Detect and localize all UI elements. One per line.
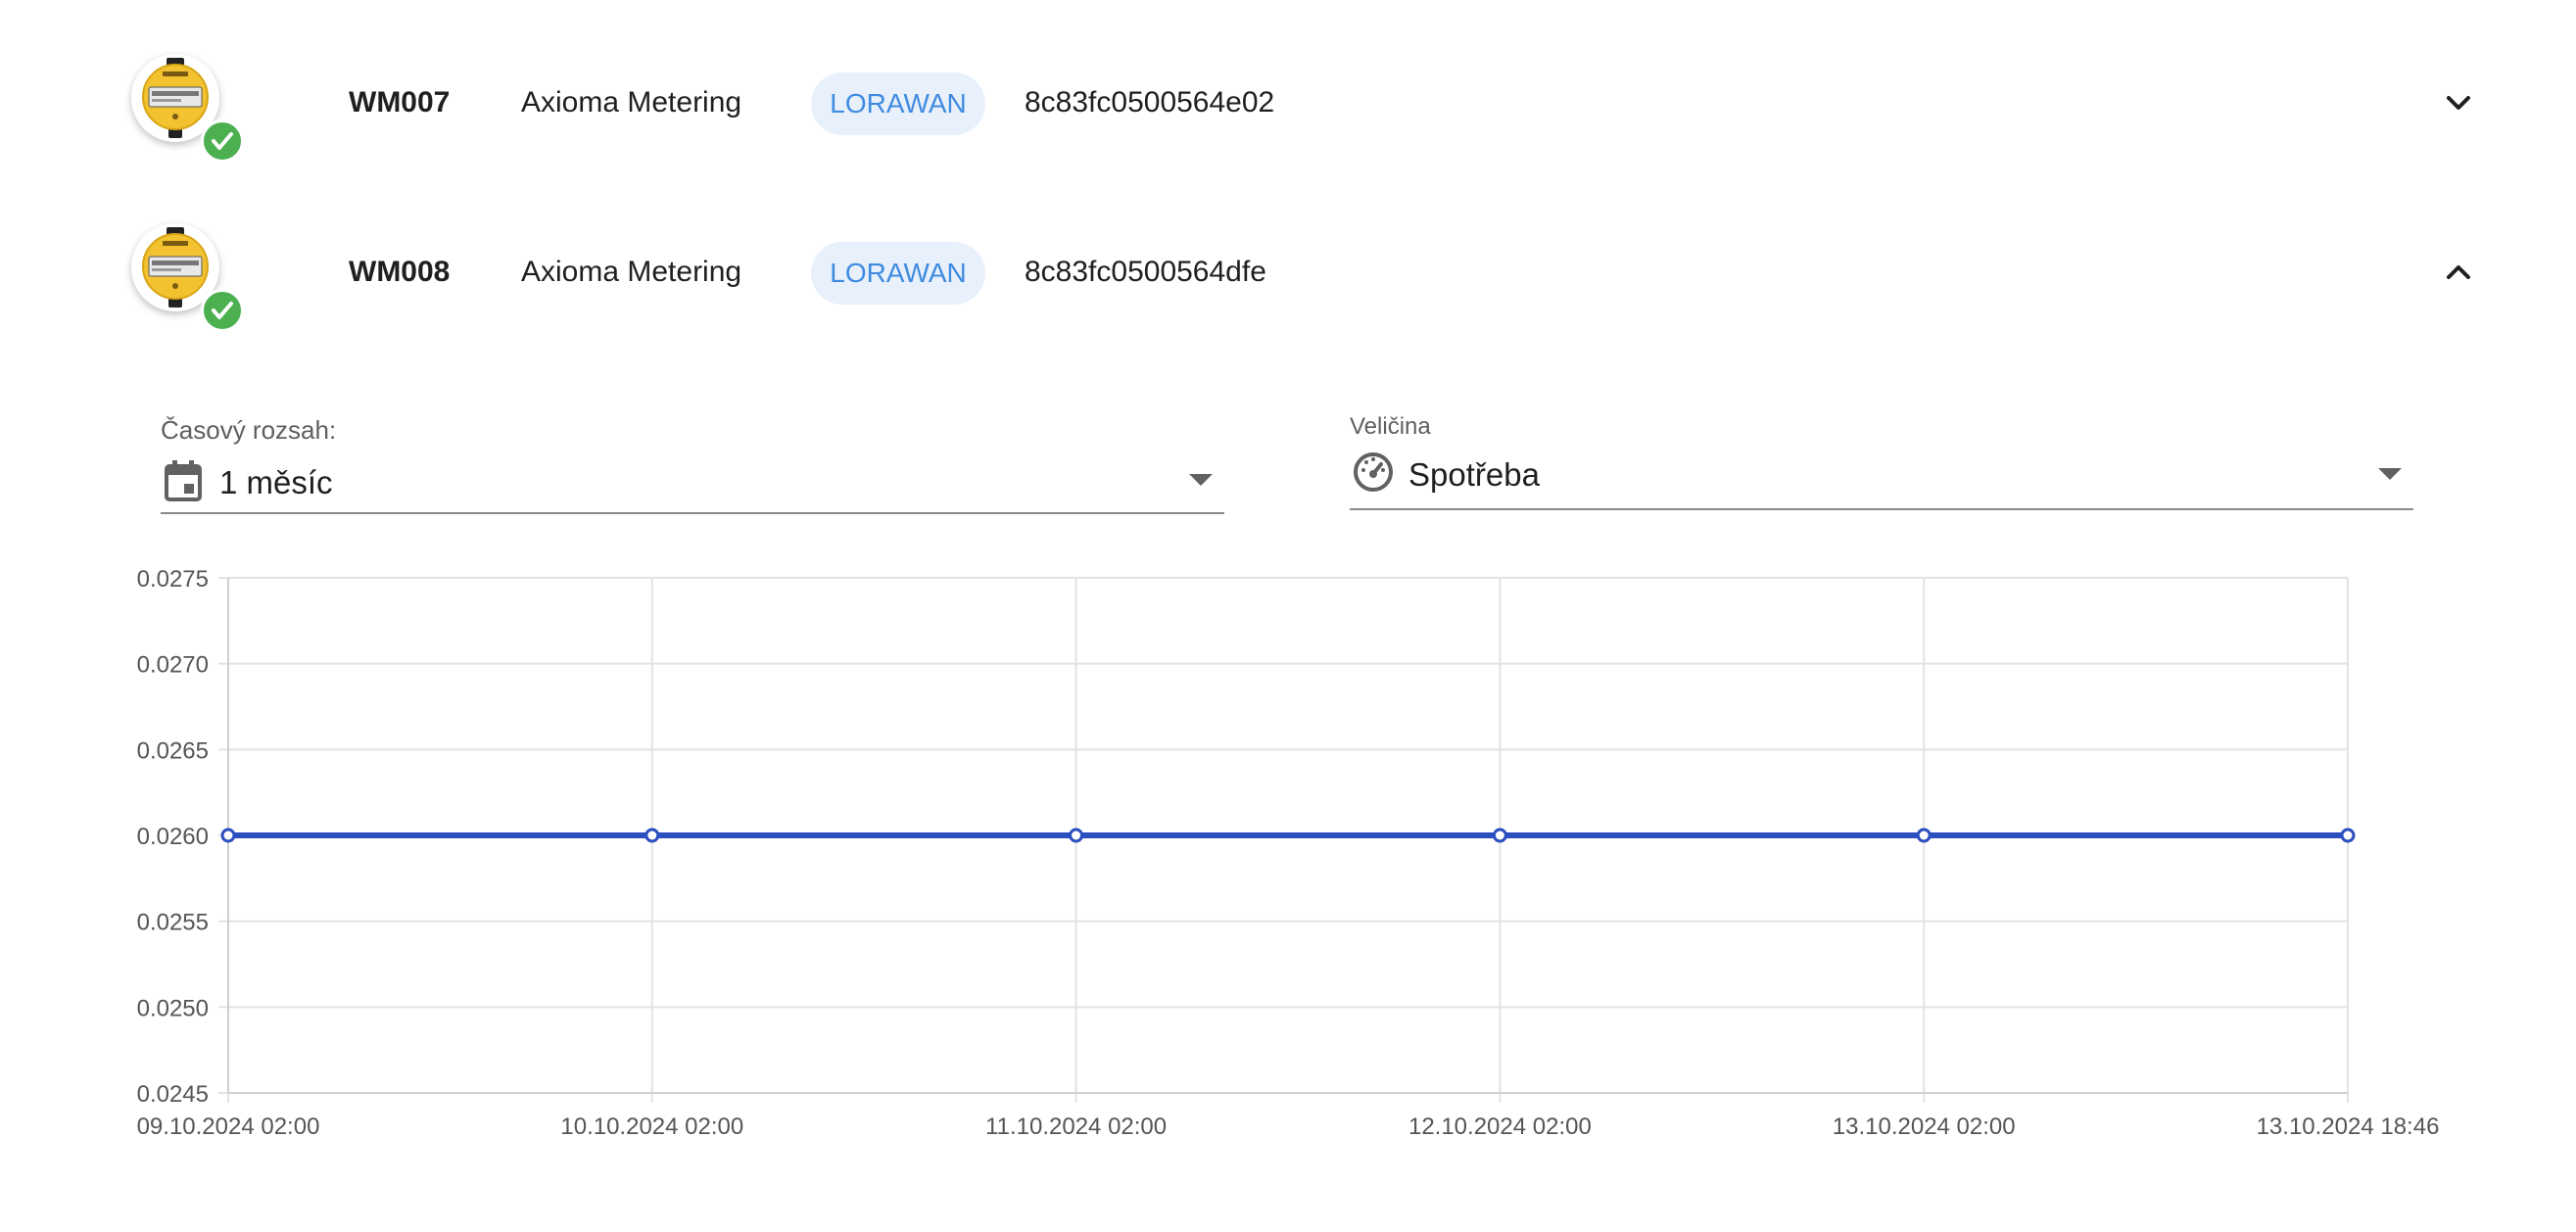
- calendar-icon: [165, 460, 202, 501]
- y-tick-label: 0.0250: [137, 995, 209, 1021]
- status-ok-icon: [201, 119, 244, 163]
- y-tick-label: 0.0260: [137, 824, 209, 850]
- time-range-value: 1 měsíc: [219, 464, 333, 500]
- device-vendor: Axioma Metering: [521, 86, 742, 118]
- data-point[interactable]: [1916, 828, 1932, 843]
- quantity-value: Spotřeba: [1408, 456, 1540, 493]
- y-tick-label: 0.0245: [137, 1081, 209, 1108]
- network-chip: LORAWAN: [811, 242, 985, 305]
- check-icon: [212, 302, 233, 319]
- dropdown-arrow-icon: [1189, 474, 1213, 486]
- data-point[interactable]: [220, 828, 236, 843]
- x-tick-label: 09.10.2024 02:00: [137, 1114, 320, 1140]
- y-tick-label: 0.0270: [137, 652, 209, 679]
- chevron-up-icon: [2447, 265, 2470, 279]
- speedometer-icon: [1354, 452, 1393, 492]
- page: WM007 Axioma Metering LORAWAN 8c83fc0500…: [0, 0, 2576, 1232]
- device-name: WM008: [349, 256, 451, 288]
- data-point[interactable]: [644, 828, 660, 843]
- expand-toggle-button[interactable]: [2437, 81, 2480, 124]
- device-row[interactable]: WM007 Axioma Metering LORAWAN 8c83fc0500…: [0, 44, 2576, 163]
- chart-grid: [218, 577, 2349, 1103]
- chevron-down-icon: [2447, 96, 2470, 110]
- network-chip: LORAWAN: [811, 72, 985, 135]
- y-axis-ticks: 0.0275 0.0270 0.0265 0.0260 0.0255 0.0250 0.02…: [137, 566, 209, 1108]
- y-tick-label: 0.0275: [137, 566, 209, 592]
- quantity-select[interactable]: Veličina Spotřeba: [1350, 407, 2413, 510]
- x-tick-label: 13.10.2024 02:00: [1833, 1114, 2016, 1140]
- quantity-label: Veličina: [1350, 413, 1431, 440]
- time-range-select[interactable]: Časový rozsah: 1 měsíc: [161, 407, 1224, 514]
- x-tick-label: 13.10.2024 18:46: [2257, 1114, 2440, 1140]
- collapse-toggle-button[interactable]: [2437, 251, 2480, 294]
- dropdown-arrow-icon: [2378, 468, 2402, 480]
- device-name: WM007: [349, 86, 451, 118]
- y-tick-label: 0.0255: [137, 910, 209, 936]
- device-eui: 8c83fc0500564dfe: [1025, 256, 1266, 288]
- consumption-chart: 0.0275 0.0270 0.0265 0.0260 0.0255 0.0250 0.02…: [0, 548, 2576, 1156]
- line-chart: 0.0275 0.0270 0.0265 0.0260 0.0255 0.0250 0.02…: [137, 566, 2440, 1140]
- chart-series: [220, 828, 2356, 843]
- check-icon: [212, 132, 233, 150]
- device-eui: 8c83fc0500564e02: [1025, 86, 1275, 118]
- x-tick-label: 10.10.2024 02:00: [560, 1114, 743, 1140]
- status-ok-icon: [201, 289, 244, 332]
- y-tick-label: 0.0265: [137, 737, 209, 764]
- time-range-label: Časový rozsah:: [161, 415, 337, 445]
- x-axis-ticks: 09.10.2024 02:00 10.10.2024 02:00 11.10.20…: [137, 1114, 2440, 1140]
- x-tick-label: 11.10.2024 02:00: [985, 1114, 1167, 1140]
- data-point[interactable]: [1069, 828, 1084, 843]
- device-row[interactable]: WM008 Axioma Metering LORAWAN 8c83fc0500…: [0, 213, 2576, 332]
- device-vendor: Axioma Metering: [521, 256, 742, 288]
- data-point[interactable]: [2340, 828, 2356, 843]
- data-point[interactable]: [1492, 828, 1507, 843]
- x-tick-label: 12.10.2024 02:00: [1408, 1114, 1592, 1140]
